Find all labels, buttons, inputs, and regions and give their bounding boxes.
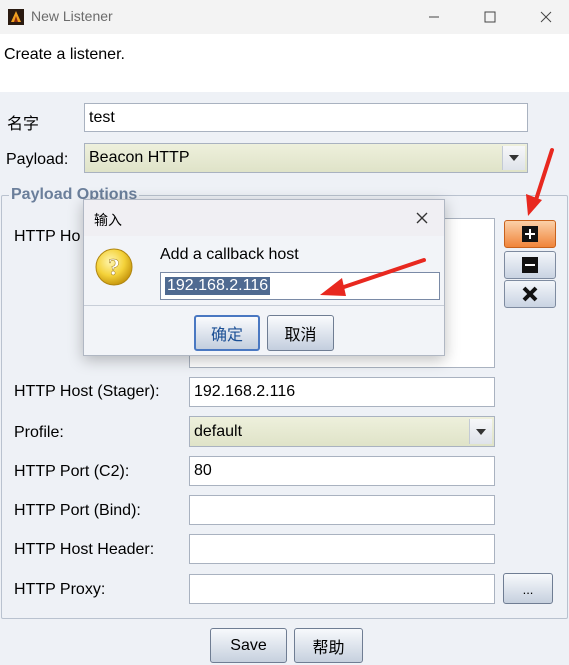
annotation-arrow-add <box>526 148 554 216</box>
annotation-arrow-input <box>320 258 426 296</box>
annotation-arrows <box>320 148 554 296</box>
